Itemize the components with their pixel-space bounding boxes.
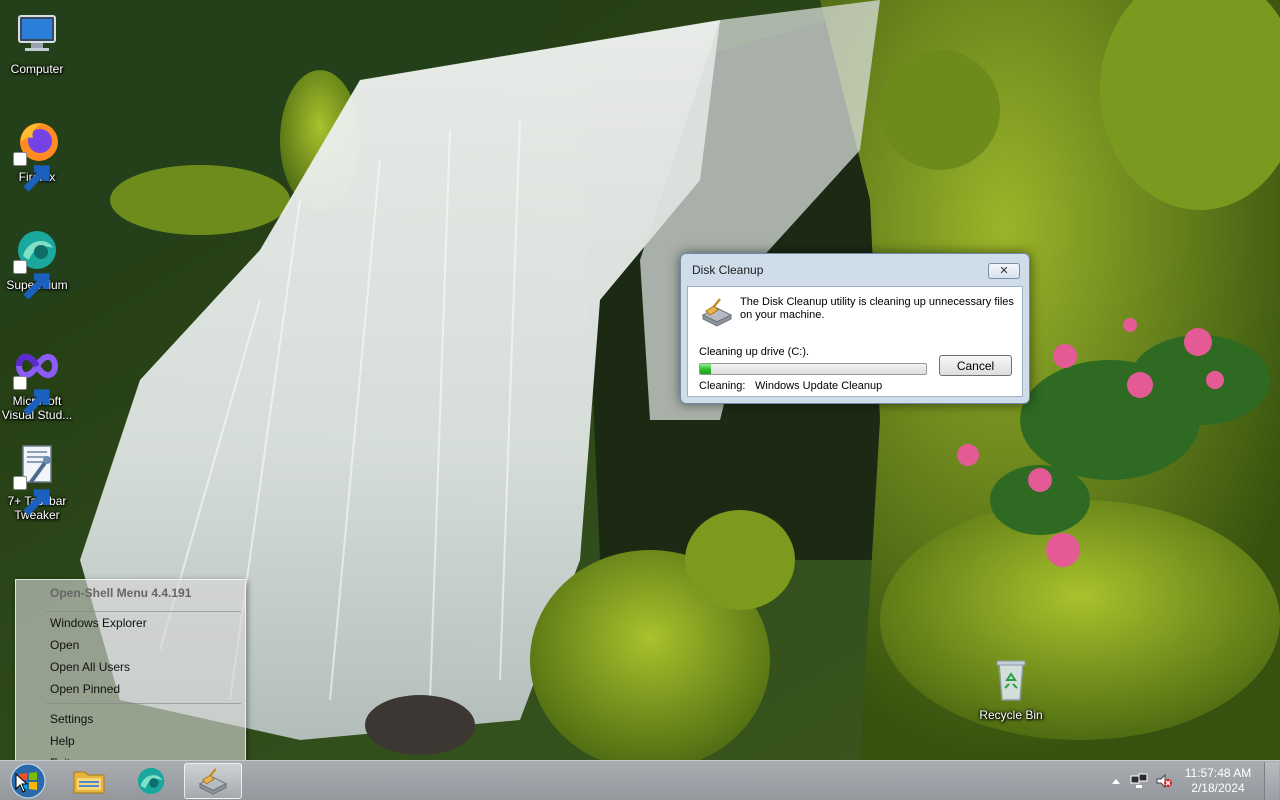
- shortcut-arrow-icon: [13, 476, 50, 516]
- menu-item-open-all-users[interactable]: Open All Users: [50, 657, 240, 677]
- menu-header: Open-Shell Menu 4.4.191: [50, 586, 192, 600]
- clock[interactable]: 11:57:48 AM 2/18/2024: [1182, 766, 1254, 796]
- menu-item-settings[interactable]: Settings: [50, 709, 240, 729]
- clock-time: 11:57:48 AM: [1184, 766, 1252, 780]
- dialog-titlebar[interactable]: Disk Cleanup: [681, 254, 1029, 286]
- dialog-message: The Disk Cleanup utility is cleaning up …: [740, 296, 1014, 321]
- shortcut-arrow-icon: [13, 152, 50, 192]
- disk-cleanup-dialog: Disk Cleanup ✕ The Disk Cleanup utility …: [680, 253, 1030, 404]
- icon-label: Recycle Bin: [979, 708, 1043, 722]
- shortcut-arrow-icon: [13, 376, 50, 416]
- desktop-icon-recycle-bin[interactable]: Recycle Bin: [974, 656, 1048, 722]
- network-icon: [1130, 773, 1148, 788]
- cleaning-label: Cleaning:: [699, 380, 746, 392]
- menu-separator: [46, 703, 241, 704]
- desktop-icon-supermium[interactable]: Supermium: [0, 226, 74, 300]
- mouse-cursor-icon: [15, 773, 29, 793]
- cancel-button[interactable]: Cancel: [939, 355, 1012, 376]
- menu-item-open[interactable]: Open: [50, 635, 240, 655]
- chevron-up-icon: [1112, 779, 1120, 784]
- firefox-icon: [13, 118, 61, 192]
- menu-item-open-pinned[interactable]: Open Pinned: [50, 679, 240, 699]
- progress-bar: [699, 363, 927, 375]
- visual-studio-icon: [13, 342, 61, 416]
- show-desktop-button[interactable]: [1264, 762, 1279, 800]
- network-tray-icon[interactable]: [1130, 773, 1148, 789]
- menu-separator: [46, 611, 241, 612]
- disk-cleanup-icon: [700, 297, 734, 327]
- supermium-icon: [137, 767, 165, 795]
- progress-fill: [700, 364, 712, 374]
- desktop-icon-taskbar-tweaker[interactable]: 7+ Taskbar Tweaker: [0, 442, 74, 522]
- taskbar-file-explorer[interactable]: [60, 763, 118, 799]
- desktop-icon-visual-studio[interactable]: Microsoft Visual Stud...: [0, 342, 74, 422]
- open-shell-context-menu: Open-Shell Menu 4.4.191 Windows Explorer…: [15, 579, 246, 774]
- show-hidden-icons-button[interactable]: [1107, 773, 1125, 789]
- dialog-title: Disk Cleanup: [692, 263, 764, 277]
- cleaning-item: Windows Update Cleanup: [755, 380, 883, 392]
- volume-muted-icon: [1156, 773, 1172, 789]
- taskbar-disk-cleanup[interactable]: [184, 763, 242, 799]
- dialog-body: The Disk Cleanup utility is cleaning up …: [687, 286, 1023, 397]
- file-explorer-icon: [73, 771, 105, 794]
- cleaning-status: Cleaning: Windows Update Cleanup: [699, 380, 882, 392]
- computer-icon: [13, 10, 61, 58]
- taskbar-tweaker-icon: [13, 442, 61, 516]
- desktop-icon-firefox[interactable]: Firefox: [0, 118, 74, 192]
- menu-item-windows-explorer[interactable]: Windows Explorer: [50, 613, 240, 633]
- taskbar-supermium[interactable]: [122, 763, 180, 799]
- volume-tray-icon[interactable]: [1155, 773, 1173, 789]
- supermium-icon: [13, 226, 61, 300]
- taskbar: 11:57:48 AM 2/18/2024: [0, 760, 1280, 800]
- desktop-icon-computer[interactable]: Computer: [0, 10, 74, 76]
- close-button[interactable]: ✕: [988, 263, 1020, 279]
- clock-date: 2/18/2024: [1191, 781, 1245, 795]
- disk-cleanup-icon: [198, 768, 228, 795]
- menu-item-help[interactable]: Help: [50, 731, 240, 751]
- icon-label: Computer: [10, 62, 64, 76]
- recycle-bin-icon: [987, 656, 1035, 704]
- close-icon: ✕: [999, 264, 1009, 277]
- drive-label: Cleaning up drive (C:).: [699, 346, 810, 358]
- shortcut-arrow-icon: [13, 260, 50, 300]
